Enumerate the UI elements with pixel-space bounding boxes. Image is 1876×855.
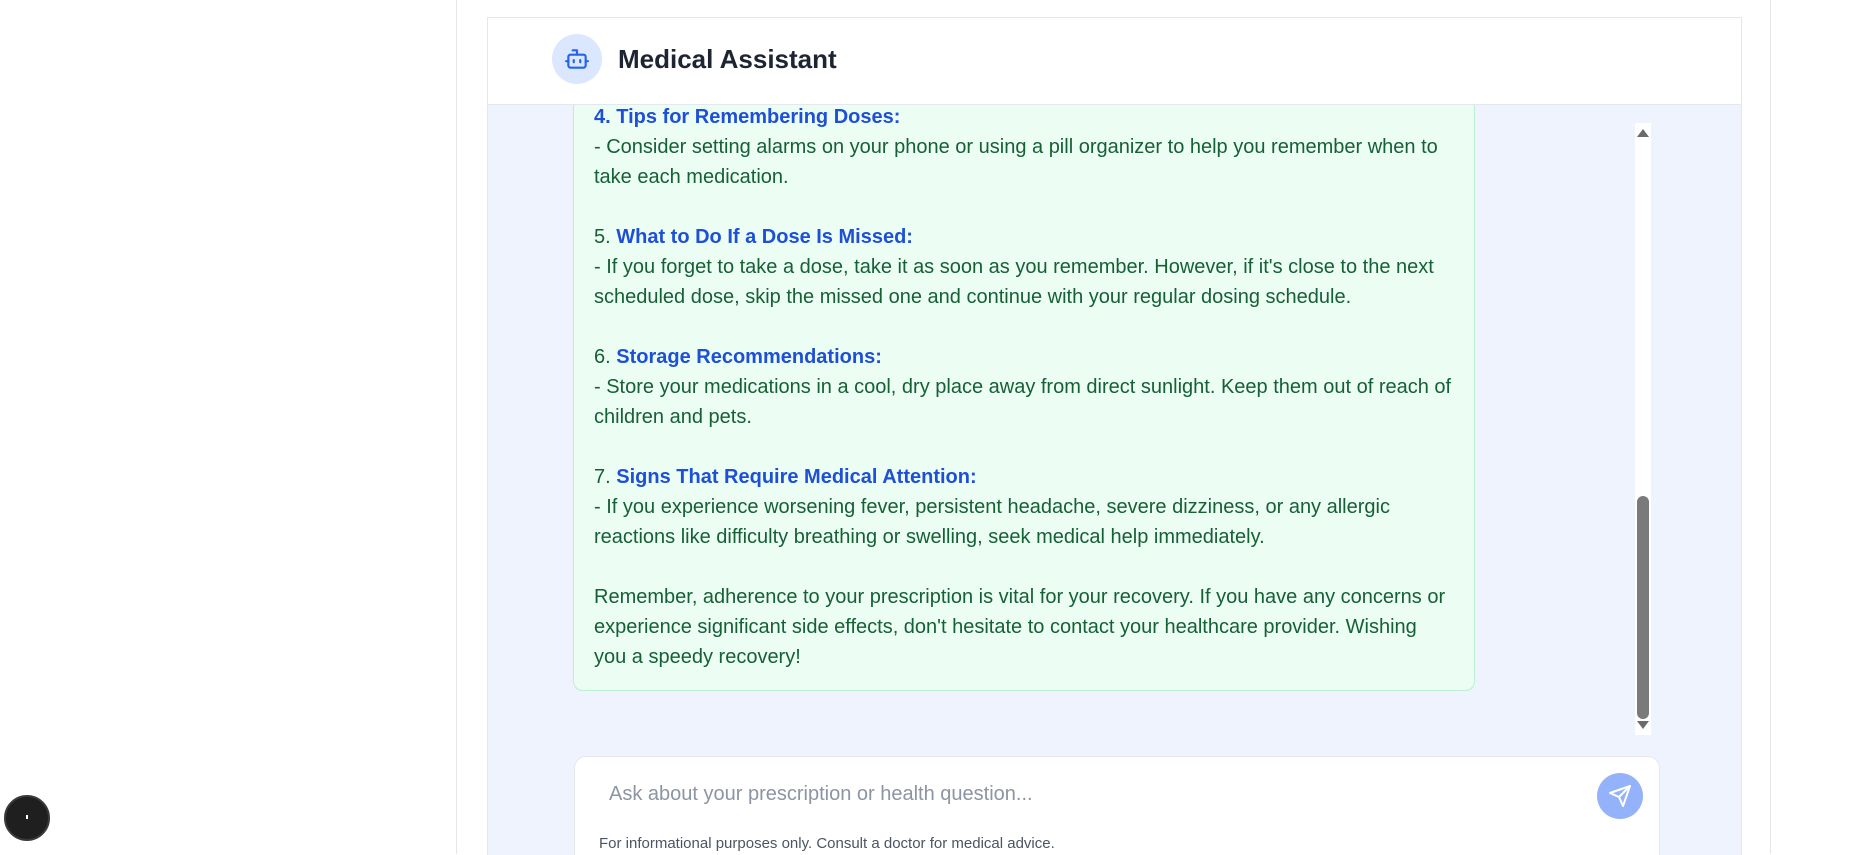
message-section: 4. Tips for Remembering Doses: - Conside… <box>594 105 1454 192</box>
chat-header: Medical Assistant <box>488 18 1741 105</box>
assistant-message: 4. Tips for Remembering Doses: - Conside… <box>573 105 1475 691</box>
message-list[interactable]: 4. Tips for Remembering Doses: - Conside… <box>488 105 1741 743</box>
message-section: 7. Signs That Require Medical Attention:… <box>594 462 1454 552</box>
left-gutter <box>0 0 456 854</box>
send-button[interactable] <box>1597 773 1643 819</box>
section-number: 6. <box>594 346 611 368</box>
chat-title: Medical Assistant <box>618 44 837 74</box>
section-heading: 4. Tips for Remembering Doses: <box>594 106 901 128</box>
section-heading: Storage Recommendations: <box>616 346 882 368</box>
section-body: - Store your medications in a cool, dry … <box>594 376 1452 428</box>
message-input[interactable] <box>589 775 1609 813</box>
section-heading: What to Do If a Dose Is Missed: <box>616 226 913 248</box>
chat-panel: Medical Assistant 4. Tips for Rememberin… <box>487 17 1742 855</box>
section-number: 7. <box>594 466 611 488</box>
message-section: 5. What to Do If a Dose Is Missed: - If … <box>594 222 1454 312</box>
robot-icon <box>552 34 602 84</box>
composer: For informational purposes only. Consult… <box>574 756 1660 855</box>
scrollbar-thumb[interactable] <box>1637 496 1649 719</box>
section-body: - If you experience worsening fever, per… <box>594 496 1390 548</box>
message-closing: Remember, adherence to your prescription… <box>594 586 1446 668</box>
section-body: - If you forget to take a dose, take it … <box>594 256 1434 308</box>
message-section: 6. Storage Recommendations: - Store your… <box>594 342 1454 432</box>
floating-action-button[interactable] <box>4 795 50 841</box>
section-heading: Signs That Require Medical Attention: <box>616 466 977 488</box>
scroll-down-arrow-icon[interactable] <box>1637 721 1649 729</box>
disclaimer-text: For informational purposes only. Consult… <box>599 835 1055 852</box>
send-icon <box>1609 785 1631 807</box>
message-scrollbar[interactable] <box>1635 123 1651 735</box>
section-number: 5. <box>594 226 611 248</box>
section-body: - Consider setting alarms on your phone … <box>594 136 1438 188</box>
app-shell: Medical Assistant 4. Tips for Rememberin… <box>456 0 1771 855</box>
scroll-up-arrow-icon[interactable] <box>1637 129 1649 137</box>
dot-icon <box>26 815 28 819</box>
